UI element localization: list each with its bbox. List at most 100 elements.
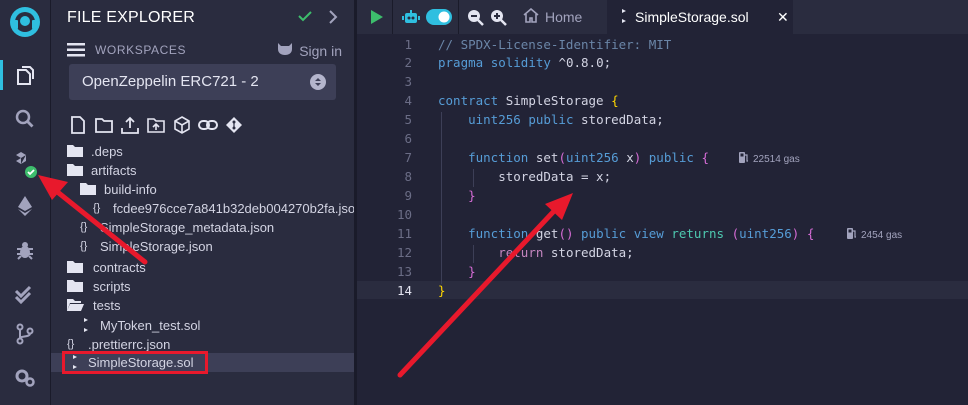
robot-icon[interactable] [399,0,423,34]
json-file-icon: {} [67,338,75,350]
highlight-box [62,351,208,374]
line-number: 6 [404,131,412,146]
code-line-14: } [438,283,446,298]
line-number: 2 [404,55,412,70]
code-line-5: uint256 public storedData; [468,112,664,127]
line-number: 10 [396,207,412,222]
gas-estimate-get: 2454 gas [847,228,902,242]
gas-pump-icon [847,228,857,242]
line-number: 3 [404,74,412,89]
upload-file-icon[interactable] [119,114,140,135]
tree-item-deps[interactable]: .deps [51,142,354,161]
tab-home[interactable]: Home [523,0,607,34]
workspaces-row: WORKSPACES Sign in [67,40,342,62]
tree-item-mytoken-test[interactable]: MyToken_test.sol [51,316,354,335]
debugger-icon[interactable] [0,234,50,266]
line-number: 4 [404,93,412,108]
upload-folder-icon[interactable] [145,114,166,135]
json-file-icon: {} [80,240,88,252]
ipfs-icon[interactable] [171,114,192,135]
line-number: 1 [404,37,412,52]
code-line-2: pragma solidity ^0.8.0; [438,55,612,70]
code-line-4: contract SimpleStorage { [438,93,619,108]
line-number: 13 [396,264,412,279]
tab-simplestorage-sol[interactable]: SimpleStorage.sol ✕ [607,0,793,34]
chevron-right-icon[interactable] [327,9,339,30]
settings-icon[interactable] [0,362,50,394]
divider [458,0,459,34]
code-line-13: } [468,264,476,279]
editor-topbar: Home SimpleStorage.sol ✕ [357,0,968,34]
git-icon[interactable] [0,318,50,350]
sign-in-button[interactable]: Sign in [276,41,342,60]
workspaces-label: WORKSPACES [95,43,187,57]
folder-icon [67,144,83,161]
icon-panel [0,0,51,405]
github-icon [276,41,294,60]
play-icon[interactable] [364,0,390,34]
line-number: 12 [396,245,412,260]
hamburger-icon[interactable] [67,43,85,62]
current-line-highlight [357,281,968,299]
folder-icon [67,163,83,180]
solidity-file-icon [81,318,91,335]
line-number: 5 [404,112,412,127]
gas-estimate-set: 22514 gas [739,152,800,166]
deploy-icon[interactable] [0,190,50,222]
line-number: 11 [396,226,412,241]
code-line-8: storedData = x; [498,169,612,184]
file-explorer-panel: FILE EXPLORER WORKSPACES Sign in OpenZep… [51,0,362,405]
zoom-in-icon[interactable] [487,0,509,34]
select-stepper-icon [310,74,326,90]
search-icon[interactable] [0,103,50,135]
home-icon [523,7,539,26]
line-number: 8 [404,169,412,184]
panel-title: FILE EXPLORER [67,9,195,26]
code-line-9: } [468,188,476,203]
test-icon[interactable] [0,278,50,310]
sign-in-label: Sign in [299,42,342,59]
code-line-12: return storedData; [498,245,634,260]
check-icon[interactable] [297,8,313,29]
tree-item-contracts[interactable]: contracts [51,258,354,277]
tree-item-artifacts[interactable]: artifacts [51,161,354,180]
link-icon[interactable] [197,114,218,135]
new-folder-icon[interactable] [93,114,114,135]
tree-item-metadata-json[interactable]: {} SimpleStorage_metadata.json [51,218,354,237]
new-file-icon[interactable] [67,114,88,135]
gas-get-label: 2454 gas [861,229,903,241]
git-clone-icon[interactable] [223,114,244,135]
gas-set-label: 22514 gas [753,153,800,165]
remix-logo-icon[interactable] [0,2,50,42]
tab-home-label: Home [545,9,583,25]
toggle-icon[interactable] [425,0,453,34]
json-file-icon: {} [93,202,101,214]
code-editor[interactable]: 1 2 3 4 5 6 7 8 9 10 11 12 13 14 // SPDX… [357,34,968,405]
gas-pump-icon [739,152,749,166]
tree-item-tests[interactable]: tests [51,296,354,315]
tree-item-simplestorage-json[interactable]: {} SimpleStorage.json [51,237,354,256]
solidity-file-icon [619,8,629,26]
tree-item-scripts[interactable]: scripts [51,277,354,296]
divider [392,0,393,34]
close-icon[interactable]: ✕ [777,9,789,26]
folder-open-icon [67,298,84,315]
solidity-compiler-icon[interactable] [0,148,50,180]
workspace-selected-value: OpenZeppelin ERC721 - 2 [82,73,259,90]
file-explorer-icon[interactable] [0,60,50,92]
folder-icon [67,279,83,296]
json-file-icon: {} [80,221,88,233]
code-line-11: function get() public view returns (uint… [468,226,815,241]
tab-active-label: SimpleStorage.sol [635,9,749,25]
line-number: 7 [404,150,412,165]
line-number-current: 14 [396,283,412,298]
folder-icon [67,260,83,277]
zoom-out-icon[interactable] [464,0,486,34]
tree-item-build-info[interactable]: build-info [51,180,354,199]
workspace-select[interactable]: OpenZeppelin ERC721 - 2 [69,64,336,100]
tree-item-build-info-json[interactable]: {} fcdee976cce7a841b32deb004270b2fa.json [51,199,362,218]
code-line-7: function set(uint256 x) public { [468,150,709,165]
code-line-1: // SPDX-License-Identifier: MIT [438,37,672,52]
line-number: 9 [404,188,412,203]
file-toolbar [67,114,244,136]
